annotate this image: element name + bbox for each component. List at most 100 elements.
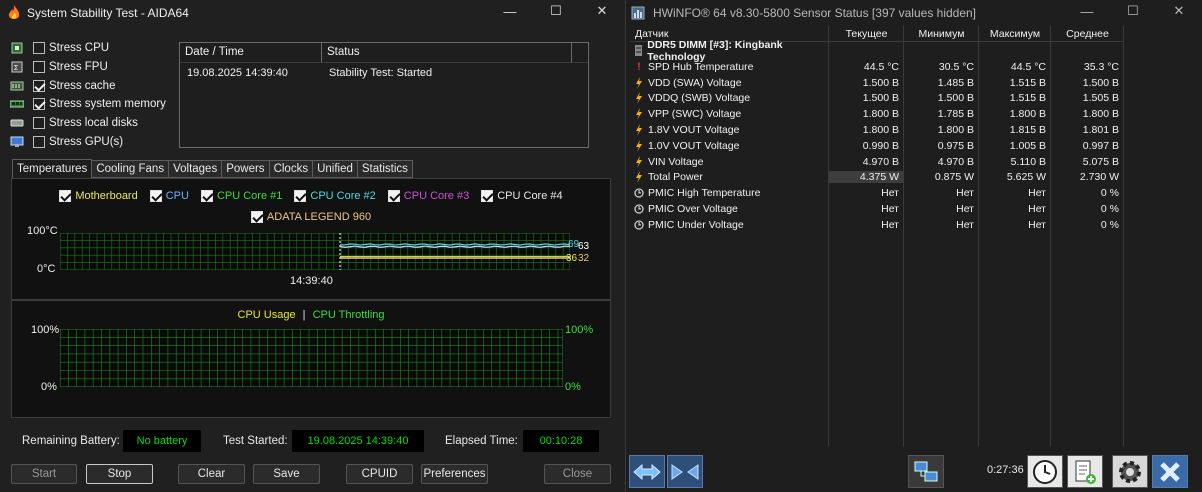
column-header-current[interactable]: Текущее — [829, 26, 904, 41]
legend-checkbox[interactable] — [481, 190, 494, 202]
add-log-document-icon — [1075, 460, 1096, 484]
column-header-date[interactable]: Date / Time — [180, 43, 322, 62]
legend-item[interactable]: CPU — [149, 190, 189, 202]
sensor-minimum: 0.875 W — [934, 171, 974, 184]
sensor-row[interactable]: VDDQ (SWB) Voltage 1.500 В 1.500 В 1.515 В 1… — [630, 91, 1124, 107]
sensor-name: VPP (SWC) Voltage — [648, 108, 742, 121]
preferences-button[interactable]: Preferences — [421, 464, 488, 484]
temp-axis-min: 0°C — [37, 263, 56, 275]
sensor-table[interactable]: Датчик Текущее Минимум Максимум Среднее … — [630, 26, 1201, 446]
stress-checkbox[interactable] — [33, 98, 45, 111]
sensor-group-row[interactable]: DDR5 DIMM [#3]: Kingbank Technology — [630, 39, 1124, 63]
stress-checkbox[interactable] — [33, 135, 45, 148]
stress-checkbox[interactable] — [33, 79, 45, 92]
legend-checkbox[interactable] — [59, 190, 72, 202]
sensor-name: 1.0V VOUT Voltage — [648, 139, 740, 152]
stress-option-row[interactable]: Stress CPU — [10, 39, 166, 58]
sensor-average: 1.801 В — [1082, 124, 1119, 137]
test-started-value: 19.08.2025 14:39:40 — [292, 430, 424, 452]
temperature-value-label: 32 — [578, 253, 590, 264]
stop-button[interactable]: Stop — [86, 464, 153, 484]
stress-option-label: Stress cache — [49, 79, 116, 92]
minimize-button[interactable]: — — [487, 0, 533, 22]
stress-option-row[interactable]: Stress GPU(s) — [10, 132, 166, 151]
sensor-row[interactable]: PMIC High Temperature Нет Нет Нет 0 % — [630, 185, 1124, 201]
fpu-chip-icon: Σ — [10, 61, 24, 73]
sensor-current: Нет — [881, 203, 899, 216]
collapse-columns-button[interactable] — [667, 455, 703, 488]
start-button[interactable]: Start — [11, 464, 77, 484]
maximize-button[interactable]: ☐ — [533, 0, 579, 22]
stress-checkbox[interactable] — [33, 61, 45, 74]
sensor-row[interactable]: PMIC Over Voltage Нет Нет Нет 0 % — [630, 201, 1124, 217]
minimize-button[interactable]: — — [1064, 0, 1110, 22]
tab-voltages[interactable]: Voltages — [168, 160, 223, 178]
save-button[interactable]: Save — [253, 464, 320, 484]
log-row[interactable]: 19.08.2025 14:39:40 Stability Test: Star… — [180, 63, 588, 83]
tab-temperatures[interactable]: Temperatures — [12, 159, 93, 179]
tab-statistics[interactable]: Statistics — [356, 160, 413, 178]
tab-cooling-fans[interactable]: Cooling Fans — [91, 160, 170, 178]
sensor-current: 1.500 В — [862, 92, 899, 105]
close-window-button[interactable]: ✕ — [579, 0, 625, 22]
reset-timer-button[interactable] — [1027, 455, 1063, 488]
tab-clocks[interactable]: Clocks — [268, 160, 314, 178]
legend-item[interactable]: ADATA LEGEND 960 — [250, 211, 371, 223]
tab-unified[interactable]: Unified — [312, 160, 358, 178]
sensor-row[interactable]: VPP (SWC) Voltage 1.800 В 1.785 В 1.800 В 1.… — [630, 106, 1124, 122]
battery-label: Remaining Battery: — [22, 435, 120, 447]
status-log-table[interactable]: Date / Time Status 19.08.2025 14:39:40 S… — [179, 42, 589, 148]
expand-columns-button[interactable] — [629, 455, 665, 488]
sensor-row[interactable]: ! SPD Hub Temperature 44.5 °C 30.5 °C 44.5 °… — [630, 59, 1124, 75]
stress-option-row[interactable]: Stress system memory — [9, 95, 166, 114]
stress-checkbox[interactable] — [33, 42, 45, 55]
sensor-row[interactable]: 1.8V VOUT Voltage 1.800 В 1.800 В 1.815 В 1.… — [630, 122, 1124, 138]
sensor-row[interactable]: Total Power 4.375 W 0.875 W 5.625 W 2.730 W — [630, 170, 1124, 186]
stress-option-row[interactable]: Stress cache — [10, 76, 166, 95]
legend-checkbox[interactable] — [294, 190, 307, 202]
sensor-row[interactable]: VIN Voltage 4.970 В 4.970 В 5.110 В 5.075 В — [630, 154, 1124, 170]
logging-button[interactable] — [1067, 455, 1103, 488]
stress-checkbox[interactable] — [33, 117, 45, 130]
legend-item[interactable]: CPU Core #4 — [481, 190, 563, 202]
network-button[interactable] — [908, 455, 944, 488]
legend-checkbox[interactable] — [149, 190, 162, 202]
sensor-minimum: 4.970 В — [937, 155, 974, 168]
cache-icon — [10, 80, 24, 92]
legend-item[interactable]: CPU Core #2 — [294, 190, 376, 202]
column-header-maximum[interactable]: Максимум — [979, 26, 1051, 41]
column-header-average[interactable]: Среднее — [1051, 26, 1124, 41]
close-window-button[interactable]: ✕ — [1156, 0, 1202, 22]
sensor-average: 0 % — [1100, 187, 1119, 200]
sensor-maximum: 1.800 В — [1009, 108, 1046, 121]
hwinfo-titlebar[interactable]: HWiNFO® 64 v8.30-5800 Sensor Status [397… — [627, 0, 1202, 26]
legend-checkbox[interactable] — [250, 211, 263, 223]
legend-item[interactable]: CPU Core #1 — [200, 190, 282, 202]
legend-item[interactable]: Motherboard — [59, 190, 138, 202]
stress-option-row[interactable]: Σ Stress FPU — [10, 58, 166, 77]
close-button[interactable]: Close — [544, 464, 611, 484]
legend-cpu-usage: CPU Usage — [237, 309, 296, 321]
cpuid-button[interactable]: CPUID — [346, 464, 413, 484]
sensor-row[interactable]: VDD (SWA) Voltage 1.500 В 1.485 В 1.515 В 1.… — [630, 75, 1124, 91]
stress-option-row[interactable]: Stress local disks — [10, 114, 166, 133]
sensor-maximum: 1.005 В — [1009, 139, 1046, 152]
column-header-minimum[interactable]: Минимум — [904, 26, 979, 41]
window-title: HWiNFO® 64 v8.30-5800 Sensor Status [397… — [653, 6, 977, 20]
legend-checkbox[interactable] — [200, 190, 213, 202]
sensor-row[interactable]: 1.0V VOUT Voltage 0.990 В 0.975 В 1.005 В 0.… — [630, 138, 1124, 154]
sensor-minimum: 0.975 В — [937, 139, 974, 152]
sensor-name: PMIC High Temperature — [648, 187, 761, 200]
clear-button[interactable]: Clear — [178, 464, 245, 484]
close-sensors-button[interactable] — [1152, 455, 1188, 488]
column-header-status[interactable]: Status — [322, 43, 572, 62]
settings-button[interactable] — [1112, 455, 1148, 488]
maximize-button[interactable]: ☐ — [1110, 0, 1156, 22]
aida64-titlebar[interactable]: System Stability Test - AIDA64 — ☐ ✕ — [0, 0, 625, 26]
tab-powers[interactable]: Powers — [221, 160, 270, 178]
battery-value: No battery — [123, 430, 201, 452]
hwinfo-window: HWiNFO® 64 v8.30-5800 Sensor Status [397… — [627, 0, 1202, 492]
legend-item[interactable]: CPU Core #3 — [387, 190, 469, 202]
sensor-row[interactable]: PMIC Under Voltage Нет Нет Нет 0 % — [630, 217, 1124, 233]
legend-checkbox[interactable] — [387, 190, 400, 202]
